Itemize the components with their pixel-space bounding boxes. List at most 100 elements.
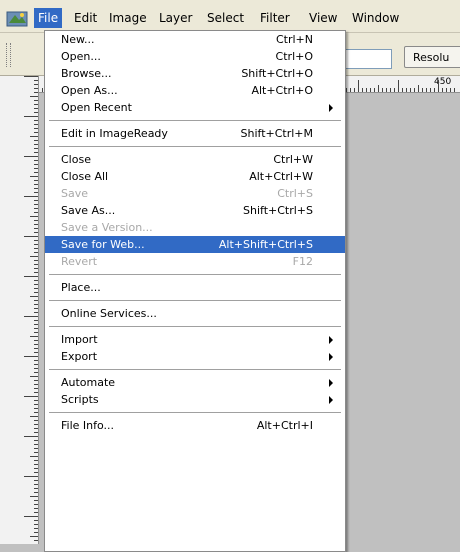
resolution-button[interactable]: Resolu (404, 46, 460, 68)
ruler-tick (34, 308, 38, 309)
menu-item-new[interactable]: New... Ctrl+N (45, 31, 345, 48)
ruler-tick (34, 264, 38, 265)
menu-file[interactable]: File (34, 8, 63, 28)
ruler-tick (30, 296, 38, 297)
ruler-tick (422, 88, 423, 92)
menu-item-automate[interactable]: Automate (45, 374, 345, 391)
ruler-tick (34, 284, 38, 285)
menu-item-file-info[interactable]: File Info... Alt+Ctrl+I (45, 417, 345, 434)
ruler-tick (34, 88, 38, 89)
menu-separator (45, 142, 345, 151)
menu-item-label: Save (61, 187, 89, 200)
menu-edit[interactable]: Edit (70, 8, 101, 28)
menu-item-open-recent[interactable]: Open Recent (45, 99, 345, 116)
menu-item-close-all[interactable]: Close All Alt+Ctrl+W (45, 168, 345, 185)
menu-image[interactable]: Image (105, 8, 151, 28)
ruler-tick (362, 88, 363, 92)
ruler-tick (34, 128, 38, 129)
ruler-tick (24, 436, 38, 437)
menu-window[interactable]: Window (348, 8, 403, 28)
ruler-tick (24, 276, 38, 277)
ruler-tick (34, 224, 38, 225)
ruler-tick (34, 328, 38, 329)
ruler-tick (34, 412, 38, 413)
menu-item-export[interactable]: Export (45, 348, 345, 365)
ruler-tick (34, 148, 38, 149)
menu-filter[interactable]: Filter (256, 8, 294, 28)
menu-item-label: Import (61, 333, 98, 346)
menu-select[interactable]: Select (203, 8, 248, 28)
ruler-tick (24, 316, 38, 317)
ruler-tick (34, 280, 38, 281)
menu-item-online-services[interactable]: Online Services... (45, 305, 345, 322)
menu-item-revert: Revert F12 (45, 253, 345, 270)
ruler-tick (34, 144, 38, 145)
menu-item-open-as[interactable]: Open As... Alt+Ctrl+O (45, 82, 345, 99)
ruler-tick (34, 252, 38, 253)
ruler-tick (34, 124, 38, 125)
ruler-tick (34, 528, 38, 529)
ruler-tick (34, 512, 38, 513)
menu-item-label: File Info... (61, 419, 115, 432)
canvas-area[interactable] (342, 93, 460, 544)
ruler-tick (438, 80, 439, 92)
ruler-tick (34, 392, 38, 393)
menu-item-label: Automate (61, 376, 116, 389)
ruler-tick (34, 332, 38, 333)
menu-item-label: Place... (61, 281, 101, 294)
file-menu: New... Ctrl+N Open... Ctrl+O Browse... Shift+… (44, 30, 346, 552)
menu-separator (45, 270, 345, 279)
menu-view[interactable]: View (305, 8, 341, 28)
menu-item-save-for-web[interactable]: Save for Web... Alt+Shift+Ctrl+S (45, 236, 345, 253)
ruler-tick (30, 376, 38, 377)
ruler-tick (34, 140, 38, 141)
menu-item-open[interactable]: Open... Ctrl+O (45, 48, 345, 65)
ruler-tick (34, 384, 38, 385)
menu-item-label: Save a Version... (61, 221, 153, 234)
menu-item-shortcut: Alt+Ctrl+O (251, 84, 313, 97)
ruler-tick (34, 84, 38, 85)
ruler-tick (34, 468, 38, 469)
menu-item-label: Save for Web... (61, 238, 145, 251)
ruler-tick (34, 400, 38, 401)
menu-item-import[interactable]: Import (45, 331, 345, 348)
ruler-tick (34, 500, 38, 501)
ruler-tick (442, 88, 443, 92)
ruler-tick (34, 404, 38, 405)
ruler-tick (406, 88, 407, 92)
menu-item-browse[interactable]: Browse... Shift+Ctrl+O (45, 65, 345, 82)
menu-item-close[interactable]: Close Ctrl+W (45, 151, 345, 168)
ruler-tick (394, 88, 395, 92)
menu-item-label: Export (61, 350, 98, 363)
ruler-label: 450 (434, 77, 452, 87)
menu-item-shortcut: Shift+Ctrl+O (241, 67, 313, 80)
submenu-arrow-icon (329, 104, 333, 112)
menu-item-label: Save As... (61, 204, 116, 217)
ruler-tick (30, 456, 38, 457)
menu-item-save-as[interactable]: Save As... Shift+Ctrl+S (45, 202, 345, 219)
ruler-tick (34, 524, 38, 525)
menu-item-place[interactable]: Place... (45, 279, 345, 296)
ruler-vertical[interactable] (0, 76, 39, 544)
menu-item-save: Save Ctrl+S (45, 185, 345, 202)
menu-layer[interactable]: Layer (155, 8, 196, 28)
options-bar-grip[interactable] (6, 43, 11, 67)
ruler-tick (34, 288, 38, 289)
ruler-tick (34, 220, 38, 221)
menu-item-scripts[interactable]: Scripts (45, 391, 345, 408)
ruler-tick (454, 88, 455, 92)
menu-item-edit-in-imageready[interactable]: Edit in ImageReady Shift+Ctrl+M (45, 125, 345, 142)
photoshop-app-icon[interactable] (6, 9, 28, 27)
ruler-tick (34, 368, 38, 369)
ruler-tick (34, 108, 38, 109)
ruler-tick (34, 228, 38, 229)
ruler-tick (382, 88, 383, 92)
menu-item-shortcut: Ctrl+N (275, 33, 313, 46)
ruler-tick (24, 236, 38, 237)
ruler-tick (378, 85, 379, 92)
menu-separator (45, 322, 345, 331)
ruler-tick (366, 88, 367, 92)
ruler-tick (34, 540, 38, 541)
ruler-tick (34, 232, 38, 233)
menu-item-shortcut: Alt+Shift+Ctrl+S (218, 238, 313, 251)
